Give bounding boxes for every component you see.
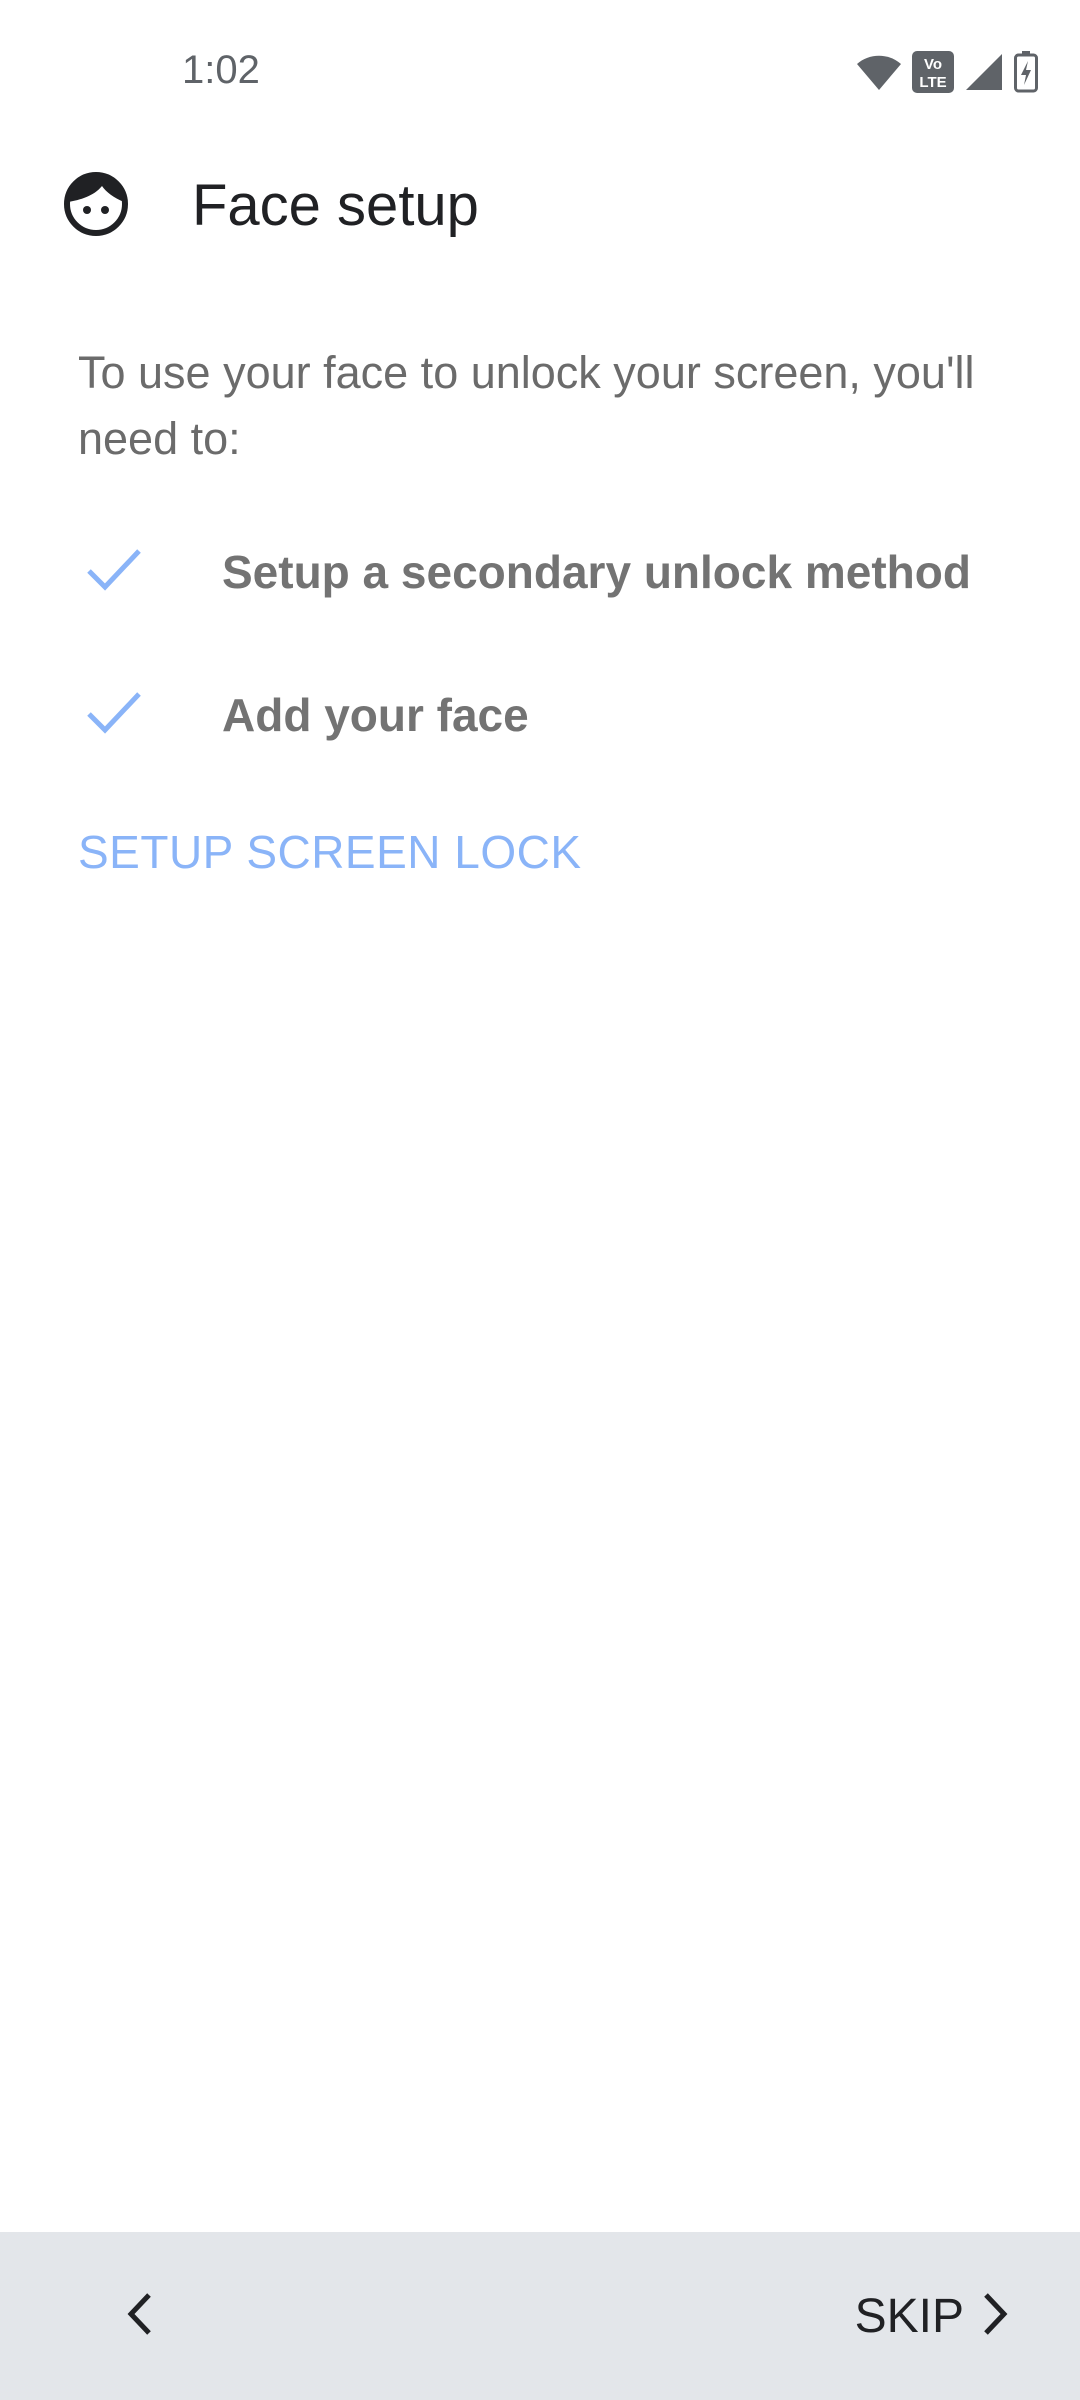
- status-time: 1:02: [182, 48, 260, 92]
- check-icon: [86, 690, 142, 736]
- wifi-icon: [856, 52, 902, 92]
- volte-bottom-text: LTE: [919, 74, 946, 91]
- chevron-left-icon: [125, 2291, 155, 2342]
- page-title: Face setup: [192, 173, 479, 238]
- setup-screen-lock-button[interactable]: SETUP SCREEN LOCK: [78, 825, 582, 879]
- check-icon: [86, 547, 142, 593]
- face-icon: [62, 170, 130, 238]
- volte-top-text: Vo: [924, 56, 942, 73]
- chevron-right-icon: [980, 2291, 1010, 2342]
- signal-icon: [964, 52, 1004, 92]
- volte-icon: Vo LTE: [912, 51, 954, 93]
- intro-text: To use your face to unlock your screen, …: [78, 347, 975, 464]
- skip-label: SKIP: [854, 2289, 964, 2343]
- requirement-add-face: Add your face: [0, 668, 1080, 758]
- status-icons: Vo LTE: [856, 50, 1038, 94]
- skip-button[interactable]: SKIP: [855, 2272, 1010, 2360]
- back-button[interactable]: [100, 2276, 180, 2356]
- requirement-label: Setup a secondary unlock method: [222, 546, 971, 598]
- footer-bar: SKIP: [0, 2232, 1080, 2400]
- header: Face setup: [0, 150, 1080, 260]
- requirement-secondary-unlock: Setup a secondary unlock method: [0, 525, 1080, 615]
- status-bar: 1:02 Vo LTE: [0, 0, 1080, 150]
- battery-charging-icon: [1014, 51, 1038, 93]
- requirement-label: Add your face: [222, 689, 529, 741]
